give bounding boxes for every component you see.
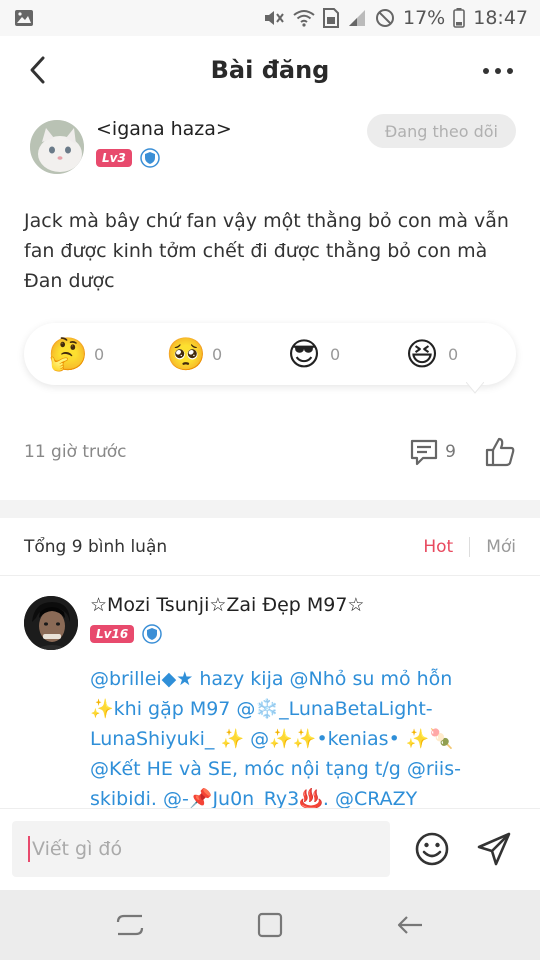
follow-button[interactable]: Đang theo dõi (366, 114, 516, 148)
smiley-icon (415, 832, 449, 866)
sim-icon (323, 8, 339, 28)
reaction-count: 0 (212, 344, 223, 364)
back-button[interactable] (20, 52, 56, 88)
level-badge: Lv3 (96, 149, 132, 167)
post-author: <igana haza> Lv3 Đang theo dõi (30, 114, 516, 176)
image-icon (14, 9, 34, 27)
battery-icon (453, 8, 466, 28)
author-badges: Lv3 (96, 148, 160, 168)
back-nav-button[interactable] (380, 900, 440, 950)
signal-icon (347, 8, 367, 28)
page-title: Bài đăng (210, 56, 330, 84)
status-bar: 17% 18:47 (0, 0, 540, 36)
app-header: Bài đăng (0, 36, 540, 104)
wifi-icon (293, 9, 315, 27)
section-divider (0, 500, 540, 518)
mute-icon (263, 8, 285, 28)
level-badge: Lv16 (90, 625, 135, 643)
comment-sort: Hot Mới (423, 536, 516, 557)
comment-text: @brillei◆★ hazy kija @Nhỏ su mỏ hỗn ✨khi… (90, 668, 461, 808)
comment-icon[interactable] (409, 437, 439, 467)
recents-icon (116, 914, 144, 936)
system-nav-bar (0, 890, 540, 960)
commenter-badges: Lv16 (90, 624, 162, 644)
chevron-left-icon (30, 56, 45, 84)
like-thumb-icon[interactable] (484, 436, 516, 468)
post-meta: 11 giờ trước 9 (24, 432, 516, 472)
comments-header: Tổng 9 bình luận Hot Mới (0, 518, 540, 576)
reaction-count: 0 (448, 344, 459, 364)
laughing-face-icon: 😆 (405, 335, 439, 373)
reaction-pleading[interactable]: 🥺 0 (142, 334, 260, 374)
comment-count: 9 (445, 442, 456, 462)
sort-new-tab[interactable]: Mới (486, 537, 516, 557)
more-dots-icon (483, 68, 489, 74)
shield-icon (142, 624, 162, 644)
comment-input-wrapper[interactable] (12, 821, 390, 877)
post-text: Jack mà bây chứ fan vậy một thằng bỏ con… (24, 210, 509, 292)
author-name[interactable]: <igana haza> (96, 118, 232, 140)
reaction-bar-tail (466, 382, 484, 394)
sunglasses-face-icon: 😎 (287, 335, 321, 373)
text-cursor (28, 836, 30, 862)
more-options-button[interactable] (478, 56, 518, 86)
sort-hot-tab[interactable]: Hot (423, 537, 453, 557)
reaction-count: 0 (94, 344, 105, 364)
post-time: 11 giờ trước (24, 442, 127, 462)
comment-input[interactable] (32, 838, 362, 860)
pleading-face-icon: 🥺 (166, 335, 206, 373)
no-disturb-icon (375, 8, 395, 28)
commenter-name[interactable]: ☆Mozi Tsunji☆Zai Đẹp M97☆ (90, 594, 364, 616)
comments-total: Tổng 9 bình luận (24, 536, 168, 557)
thinking-face-icon: 🤔 (48, 335, 88, 373)
back-arrow-icon (397, 916, 422, 934)
reaction-cool[interactable]: 😎 0 (260, 334, 378, 374)
home-button[interactable] (240, 900, 300, 950)
send-icon (477, 832, 511, 866)
battery-percent: 17% (403, 7, 446, 29)
shield-icon (140, 148, 160, 168)
reaction-bar: 🤔 0 🥺 0 😎 0 😆 0 (24, 323, 516, 385)
comment-input-bar (0, 808, 540, 890)
avatar[interactable] (30, 120, 84, 174)
reaction-laugh[interactable]: 😆 0 (378, 334, 496, 374)
recents-button[interactable] (100, 900, 160, 950)
avatar[interactable] (24, 596, 78, 650)
emoji-button[interactable] (412, 829, 452, 869)
reaction-count: 0 (330, 344, 341, 364)
reaction-thinking[interactable]: 🤔 0 (24, 334, 142, 374)
send-button[interactable] (474, 829, 514, 869)
clock: 18:47 (473, 7, 528, 29)
home-square-icon (257, 912, 283, 938)
